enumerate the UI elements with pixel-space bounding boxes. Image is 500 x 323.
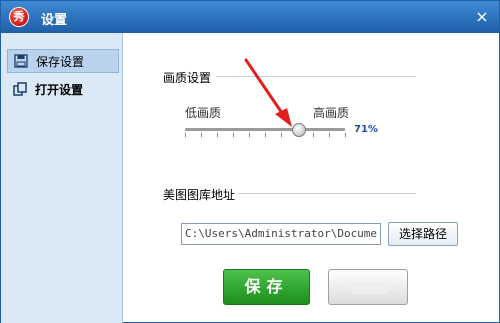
quality-percent: 71% [354,124,378,135]
quality-slider-thumb[interactable] [291,123,306,137]
slider-tick [201,133,202,137]
sidebar-item-label: 打开设置 [35,83,84,97]
slider-tick [329,133,330,137]
slider-tick [217,133,218,137]
slider-tick [185,133,186,137]
open-windows-icon [13,82,27,96]
library-path-input[interactable]: C:\Users\Administrator\Docume [181,223,381,245]
high-quality-label: 高画质 [313,106,350,120]
slider-tick [313,133,314,137]
slider-tick [265,133,266,137]
browse-path-button[interactable]: 选择路径 [388,222,458,246]
quality-section-title: 画质设置 [163,71,212,85]
slider-tick [345,133,346,137]
sidebar-item-open-settings[interactable]: 打开设置 [7,78,119,102]
app-logo-icon: 秀 [9,7,29,27]
low-quality-label: 低画质 [185,106,222,120]
title-bar[interactable]: 秀 设置 × [1,1,499,33]
cancel-button[interactable] [328,269,408,305]
sidebar-item-save-settings[interactable]: 保存设置 [7,49,119,73]
library-divider [238,193,416,194]
obscured-label [351,282,387,294]
close-button[interactable]: × [471,6,493,28]
save-button[interactable]: 保存 [223,269,310,305]
sidebar-item-label: 保存设置 [36,55,85,69]
library-section-title: 美图图库地址 [163,188,236,202]
slider-tick [233,133,234,137]
slider-tick [249,133,250,137]
quality-slider-track[interactable] [185,128,345,131]
slider-tick [281,133,282,137]
quality-divider [216,76,416,77]
window-title: 设置 [41,13,68,28]
save-icon [14,54,28,68]
sidebar: 保存设置 打开设置 [1,33,123,323]
